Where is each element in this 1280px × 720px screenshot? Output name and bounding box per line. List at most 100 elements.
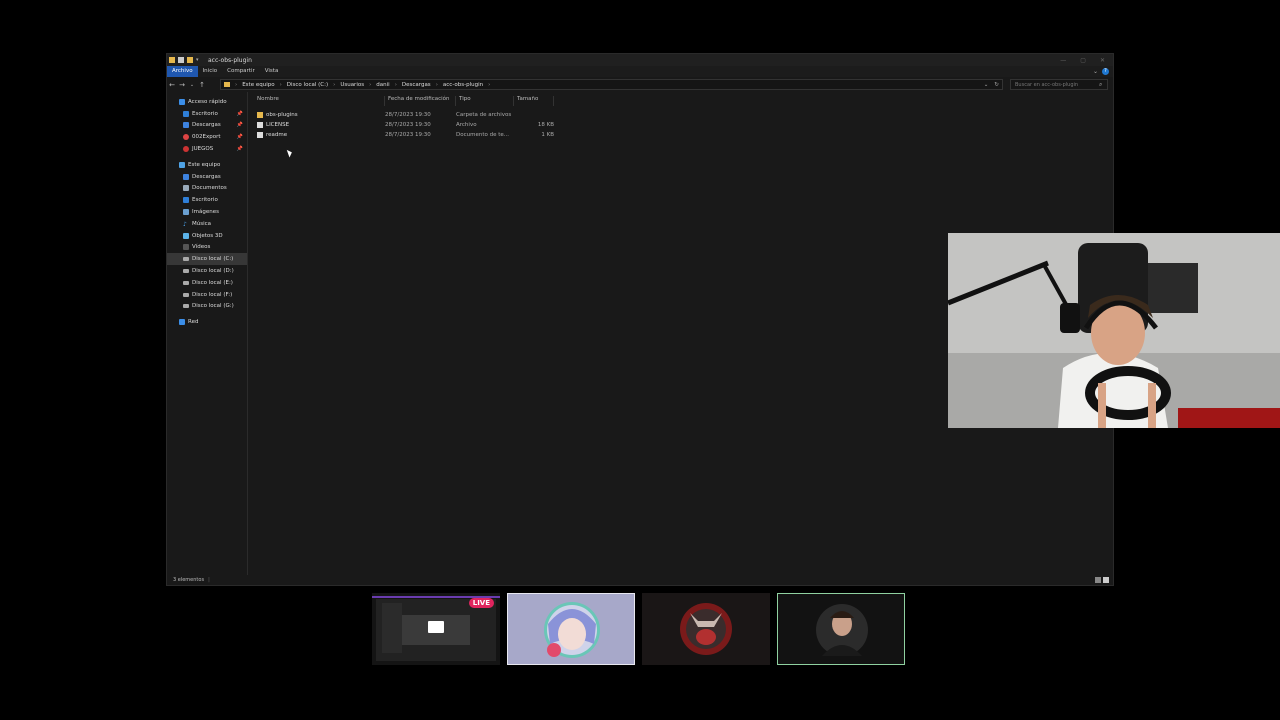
breadcrumb-disco-local-c[interactable]: Disco local (C:)	[284, 82, 331, 88]
sidebar-item-objetos-3d[interactable]: Objetos 3D	[167, 230, 247, 242]
sidebar-item-002export[interactable]: 002Export 📌	[167, 131, 247, 143]
tab-archivo[interactable]: Archivo	[167, 66, 198, 77]
address-bar[interactable]: › Este equipo › Disco local (C:) › Usuar…	[220, 79, 1003, 90]
sidebar-item-juegos[interactable]: JUEGOS 📌	[167, 143, 247, 155]
folder-icon[interactable]	[169, 57, 175, 63]
pictures-icon	[183, 209, 189, 216]
expand-ribbon-icon[interactable]: ⌄	[1093, 68, 1098, 75]
webcam-scene	[948, 233, 1280, 428]
pin-icon: 📌	[236, 146, 243, 153]
column-nombre[interactable]: Nombre	[257, 96, 385, 106]
sidebar-item-musica[interactable]: ♪ Música	[167, 218, 247, 230]
sidebar-item-este-equipo[interactable]: Este equipo	[167, 159, 247, 171]
sidebar-item-imagenes[interactable]: Imágenes	[167, 206, 247, 218]
webcam-overlay	[948, 233, 1280, 428]
drive-icon	[183, 280, 189, 285]
tab-inicio[interactable]: Inicio	[198, 66, 223, 77]
refresh-icon[interactable]: ↻	[991, 82, 1002, 88]
sidebar-item-red[interactable]: Red	[167, 316, 247, 328]
maximize-icon[interactable]: ▢	[1080, 57, 1086, 64]
drive-icon	[183, 304, 189, 309]
live-badge: LIVE	[468, 598, 494, 608]
music-icon: ♪	[183, 220, 187, 228]
tab-vista[interactable]: Vista	[260, 66, 284, 77]
document-icon	[183, 185, 189, 192]
computer-icon	[179, 161, 185, 168]
title-bar: ▾ acc-obs-plugin — ▢ ✕	[167, 54, 1113, 66]
file-row[interactable]: LICENSE 28/7/2023 19:30 Archivo 18 KB	[257, 120, 554, 130]
anime-avatar	[544, 602, 600, 658]
desktop-icon	[183, 197, 189, 204]
address-dropdown-icon[interactable]: ⌄	[981, 82, 992, 88]
status-bar: 3 elementos |	[167, 575, 1113, 585]
screen-share-tile[interactable]: LIVE	[372, 593, 500, 665]
item-count: 3 elementos	[173, 577, 205, 583]
participant-tile-speaking[interactable]	[777, 593, 905, 665]
navigation-bar: ← → ⌄ ↑ › Este equipo › Disco local (C:)…	[167, 78, 1113, 92]
stream-participants: LIVE	[372, 593, 905, 665]
file-row[interactable]: readme 28/7/2023 19:30 Documento de te..…	[257, 130, 554, 140]
forward-arrow-icon[interactable]: →	[177, 81, 187, 89]
column-headers: Nombre Fecha de modificación Tipo Tamaño	[257, 96, 554, 106]
navigation-pane: Acceso rápido Escritorio 📌 Descargas 📌 0…	[167, 92, 248, 576]
download-icon	[183, 173, 189, 180]
sidebar-item-escritorio[interactable]: Escritorio 📌	[167, 108, 247, 120]
sidebar-item-disco-c[interactable]: Disco local (C:)	[167, 253, 247, 266]
window-title: acc-obs-plugin	[208, 56, 252, 64]
tab-compartir[interactable]: Compartir	[222, 66, 260, 77]
folder-icon	[224, 82, 230, 87]
network-icon	[179, 319, 185, 326]
sidebar-item-videos[interactable]: Vídeos	[167, 242, 247, 254]
sidebar-item-documentos[interactable]: Documentos	[167, 183, 247, 195]
drive-icon	[183, 292, 189, 297]
sidebar-item-disco-e[interactable]: Disco local (E:)	[167, 277, 247, 289]
ribbon: Archivo Inicio Compartir Vista ⌄ ?	[167, 66, 1113, 77]
participant-tile-samurai-avatar[interactable]	[642, 593, 770, 665]
sidebar-item-acceso-rapido[interactable]: Acceso rápido	[167, 96, 247, 108]
new-folder-icon[interactable]	[187, 57, 193, 63]
video-icon	[183, 244, 189, 251]
details-view-icon[interactable]	[1095, 577, 1101, 583]
participant-photo-avatar	[816, 604, 868, 656]
download-icon	[183, 122, 189, 129]
sidebar-item-disco-f[interactable]: Disco local (F:)	[167, 289, 247, 301]
app-icon	[183, 146, 189, 153]
back-arrow-icon[interactable]: ←	[167, 81, 177, 89]
close-icon[interactable]: ✕	[1100, 57, 1105, 64]
drive-icon	[183, 257, 189, 262]
chevron-down-icon[interactable]: ▾	[196, 57, 200, 63]
column-fecha[interactable]: Fecha de modificación	[385, 96, 456, 106]
sidebar-item-disco-d[interactable]: Disco local (D:)	[167, 265, 247, 277]
samurai-avatar	[680, 603, 732, 655]
pin-icon: 📌	[236, 110, 243, 117]
breadcrumb-descargas[interactable]: Descargas	[399, 82, 434, 88]
pin-icon: 📌	[236, 122, 243, 129]
folder-icon	[257, 112, 263, 118]
up-arrow-icon[interactable]: ↑	[197, 81, 207, 89]
search-input[interactable]: Buscar en acc-obs-plugin	[1010, 79, 1108, 90]
desktop-icon	[183, 110, 189, 117]
file-row[interactable]: obs-plugins 28/7/2023 19:30 Carpeta de a…	[257, 110, 554, 120]
participant-tile-anime-avatar[interactable]	[507, 593, 635, 665]
quick-access-toolbar: ▾	[169, 57, 200, 63]
column-tamano[interactable]: Tamaño	[514, 96, 554, 106]
sidebar-item-pc-escritorio[interactable]: Escritorio	[167, 194, 247, 206]
sidebar-item-descargas[interactable]: Descargas 📌	[167, 120, 247, 132]
sidebar-item-disco-g[interactable]: Disco local (G:)	[167, 301, 247, 313]
monitor-icon	[428, 621, 444, 633]
drive-icon	[183, 269, 189, 274]
help-icon[interactable]: ?	[1102, 68, 1109, 75]
pin-icon: 📌	[236, 134, 243, 141]
properties-icon[interactable]	[178, 57, 184, 63]
cube-icon	[183, 232, 189, 239]
minimize-icon[interactable]: —	[1060, 57, 1066, 64]
window-controls: — ▢ ✕	[1060, 57, 1105, 64]
breadcrumb-acc-obs-plugin[interactable]: acc-obs-plugin	[440, 82, 486, 88]
sidebar-item-pc-descargas[interactable]: Descargas	[167, 171, 247, 183]
breadcrumb-danii[interactable]: danii	[373, 82, 392, 88]
recent-locations-icon[interactable]: ⌄	[187, 82, 197, 88]
breadcrumb-este-equipo[interactable]: Este equipo	[239, 82, 277, 88]
large-icons-view-icon[interactable]	[1103, 577, 1109, 583]
breadcrumb-usuarios[interactable]: Usuarios	[337, 82, 367, 88]
column-tipo[interactable]: Tipo	[456, 96, 514, 106]
